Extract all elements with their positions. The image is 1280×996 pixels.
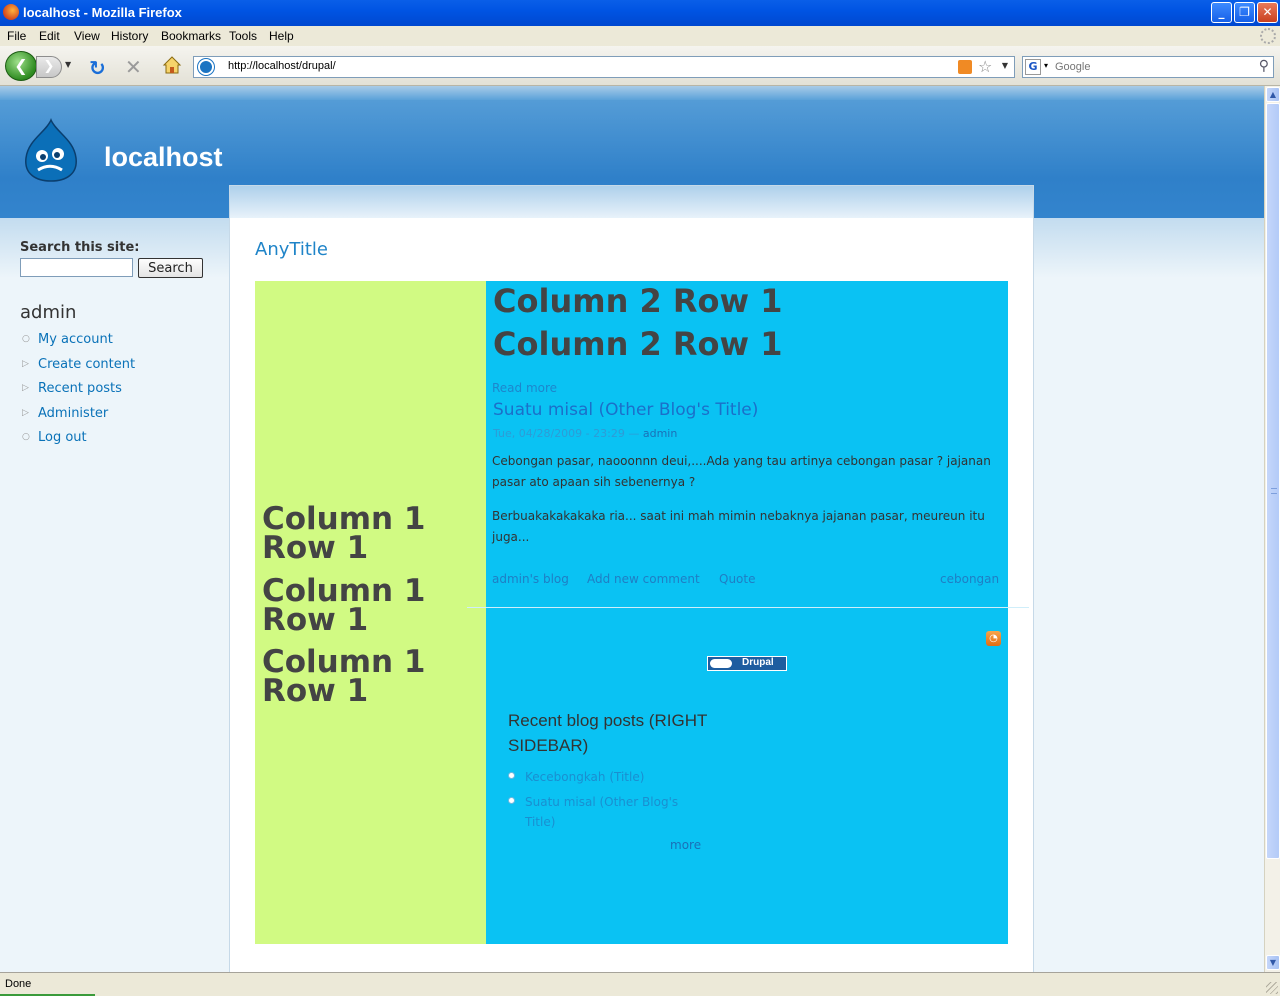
site-search-button[interactable]: Search (138, 258, 203, 278)
menu-history[interactable]: History (111, 29, 148, 43)
menu-link-label[interactable]: Log out (38, 430, 87, 445)
site-name[interactable]: localhost (104, 142, 223, 173)
menu-my-account[interactable]: ○ My account (20, 332, 220, 357)
scroll-down-icon[interactable]: ▼ (1266, 955, 1280, 970)
menu-file[interactable]: File (7, 29, 26, 43)
menu-bookmarks[interactable]: Bookmarks (161, 29, 221, 43)
menu-link-label[interactable]: My account (38, 332, 113, 347)
reload-icon[interactable]: ↻ (89, 56, 106, 80)
page-viewport: localhost Search this site: Search admin… (0, 86, 1264, 972)
column2-row-title: Column 2 Row 1 (493, 325, 783, 363)
triangle-bullet-icon: ▷ (22, 358, 29, 369)
content-top-gradient (230, 186, 1033, 218)
history-dropdown-icon[interactable]: ▼ (65, 60, 71, 69)
menu-help[interactable]: Help (269, 29, 294, 43)
bookmark-star-icon[interactable]: ☆ (978, 57, 992, 76)
forward-button[interactable]: ❯ (36, 56, 62, 78)
vertical-scrollbar[interactable]: ▲ ▼ (1264, 86, 1280, 972)
status-bar: Done (0, 972, 1280, 996)
add-comment-link[interactable]: Add new comment (587, 572, 700, 586)
menu-link-label[interactable]: Recent posts (38, 381, 122, 396)
menu-bar: File Edit View History Bookmarks Tools H… (0, 26, 1280, 46)
menu-create-content[interactable]: ▷ Create content (20, 357, 220, 382)
recent-post-link[interactable]: Kecebongkah (Title) (508, 767, 698, 787)
window-title: localhost - Mozilla Firefox (23, 5, 182, 20)
menu-view[interactable]: View (74, 29, 100, 43)
column1-row-text: Column 1 Row 1 (262, 573, 426, 638)
scroll-up-icon[interactable]: ▲ (1266, 87, 1280, 102)
url-text[interactable]: http://localhost/drupal/ (228, 60, 336, 72)
powered-by-label: Drupal (742, 657, 774, 668)
search-label: Search this site: (20, 240, 140, 255)
engine-dropdown-icon[interactable]: ▾ (1044, 61, 1048, 70)
back-button[interactable]: ❮ (5, 51, 37, 81)
triangle-bullet-icon: ▷ (22, 383, 29, 393)
window-titlebar: localhost - Mozilla Firefox _ ❐ ✕ (0, 0, 1280, 26)
close-button[interactable]: ✕ (1257, 2, 1278, 23)
menu-link-label[interactable]: Create content (38, 357, 135, 372)
home-icon[interactable] (162, 55, 182, 75)
drupal-drop-icon (710, 659, 732, 668)
minimize-button[interactable]: _ (1211, 2, 1232, 23)
column-2: Column 2 Row 1 Column 2 Row 1 Read more … (486, 281, 1008, 944)
google-engine-icon[interactable]: G (1025, 59, 1041, 75)
left-sidebar: Search this site: Search admin ○ My accou… (20, 240, 220, 455)
rss-feed-icon[interactable] (958, 60, 972, 74)
stop-icon[interactable]: ✕ (125, 55, 142, 79)
status-text: Done (5, 978, 32, 990)
rss-feed-icon[interactable]: ◔ (986, 631, 1001, 646)
menu-log-out[interactable]: ○ Log out (20, 430, 220, 455)
recent-post-link[interactable]: Suatu misal (Other Blog's Title) (508, 792, 698, 832)
restore-button[interactable]: ❐ (1234, 2, 1255, 23)
post-paragraph: Berbuakakakakaka ria... saat ini mah mim… (492, 509, 985, 544)
throbber-icon (1260, 28, 1276, 44)
url-bar[interactable]: http://localhost/drupal/ ☆ ▼ (193, 56, 1015, 78)
column-1: Column 1 Row 1 Column 1 Row 1 Column 1 R… (255, 281, 486, 944)
navigation-toolbar: ❮ ❯ ▼ ↻ ✕ http://localhost/drupal/ ☆ ▼ G… (0, 46, 1280, 86)
page-title: AnyTitle (255, 239, 328, 260)
site-search-form: Search (20, 258, 220, 282)
post-paragraph: Cebongan pasar, naooonnn deui,....Ada ya… (492, 454, 991, 489)
post-meta: Tue, 04/28/2009 - 23:29 — admin (493, 427, 677, 440)
more-link[interactable]: more (670, 838, 701, 852)
quote-link[interactable]: Quote (719, 572, 755, 586)
site-search-input[interactable] (20, 258, 133, 277)
post-title-link[interactable]: Suatu misal (Other Blog's Title) (493, 400, 758, 420)
firefox-icon (3, 4, 19, 20)
recent-blog-posts-block: Recent blog posts (RIGHT SIDEBAR) Kecebo… (508, 708, 708, 852)
tag-link[interactable]: cebongan (940, 572, 999, 586)
triangle-bullet-icon: ▷ (22, 407, 29, 418)
magnifier-icon[interactable]: ⚲ (1259, 58, 1269, 74)
resize-grip-icon[interactable] (1266, 982, 1278, 994)
drupal-favicon (198, 59, 214, 75)
web-search-input[interactable] (1055, 59, 1251, 75)
menu-administer[interactable]: ▷ Administer (20, 406, 220, 431)
section-divider (467, 607, 1029, 608)
main-content: AnyTitle Column 1 Row 1 Column 1 Row 1 C… (229, 185, 1034, 972)
scroll-thumb[interactable] (1266, 103, 1280, 859)
blog-link[interactable]: admin's blog (492, 572, 569, 586)
read-more-link[interactable]: Read more (492, 381, 557, 395)
menu-link-label[interactable]: Administer (38, 406, 108, 421)
post-author-link[interactable]: admin (643, 427, 677, 440)
menu-recent-posts[interactable]: ▷ Recent posts (20, 381, 220, 406)
grip-icon (1271, 488, 1277, 494)
column1-row-text: Column 1 Row 1 (262, 644, 426, 709)
drupal-logo[interactable] (22, 118, 80, 182)
column1-row-text: Column 1 Row 1 (262, 501, 426, 566)
menu-edit[interactable]: Edit (39, 29, 60, 43)
circle-bullet-icon: ○ (22, 432, 30, 442)
block-title: Recent blog posts (RIGHT SIDEBAR) (508, 711, 708, 755)
menu-tools[interactable]: Tools (229, 29, 257, 43)
powered-by-drupal-badge[interactable]: Drupal (707, 656, 787, 671)
circle-bullet-icon: ○ (22, 334, 30, 344)
search-bar[interactable]: G ▾ ⚲ (1022, 56, 1274, 78)
post-date: Tue, 04/28/2009 - 23:29 — (493, 427, 640, 440)
url-dropdown-icon[interactable]: ▼ (1002, 61, 1008, 70)
recent-posts-list: Kecebongkah (Title) Suatu misal (Other B… (508, 767, 708, 832)
user-block-title: admin (20, 302, 77, 323)
column2-row-title: Column 2 Row 1 (493, 282, 783, 320)
user-menu: ○ My account ▷ Create content ▷ Recent post… (20, 332, 220, 455)
header-stripe (0, 86, 1264, 100)
